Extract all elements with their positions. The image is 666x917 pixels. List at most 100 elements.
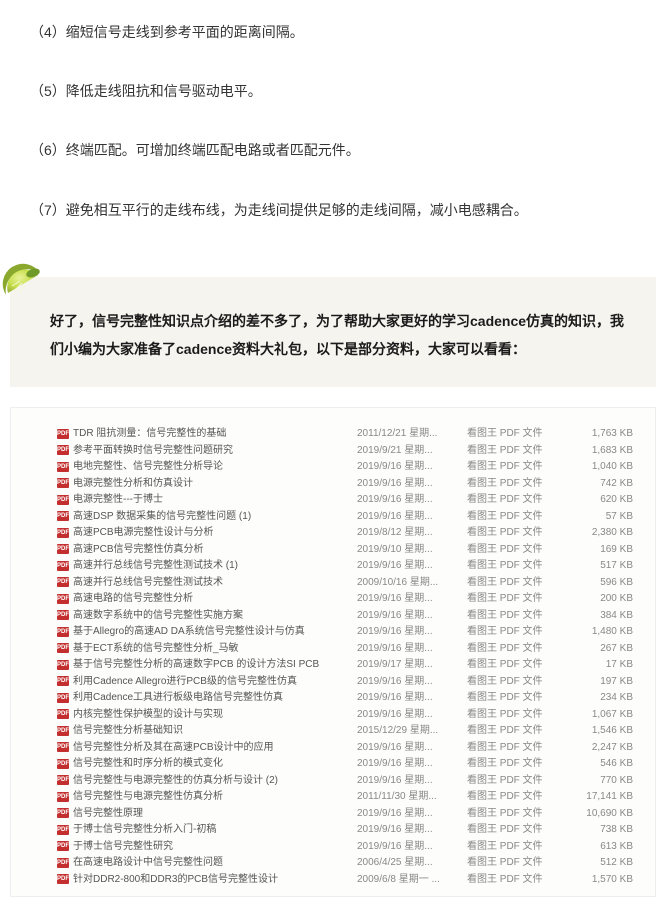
file-name: 高速并行总线信号完整性测试技术 (1) (73, 560, 238, 571)
file-date: 2019/9/16 星期... (357, 558, 467, 575)
file-size: 2,380 KB (562, 525, 633, 542)
pdf-icon: PDF (57, 660, 69, 670)
file-type: 看图王 PDF 文件 (467, 624, 562, 641)
pdf-icon: PDF (57, 544, 69, 554)
file-size: 1,763 KB (562, 426, 633, 443)
pdf-icon: PDF (57, 528, 69, 538)
file-name: 基于ECT系统的信号完整性分析_马敏 (73, 643, 239, 654)
file-name-cell: PDF基于ECT系统的信号完整性分析_马敏 (57, 640, 357, 657)
file-name: 信号完整性与电源完整性仿真分析 (73, 791, 223, 802)
file-name-cell: PDF基于信号完整性分析的高速数字PCB 的设计方法SI PCB (57, 657, 357, 674)
file-date: 2019/9/16 星期... (357, 624, 467, 641)
pdf-icon: PDF (57, 841, 69, 851)
file-size: 10,690 KB (562, 805, 633, 822)
file-type: 看图王 PDF 文件 (467, 756, 562, 773)
table-row[interactable]: PDF信号完整性分析基础知识2015/12/29 星期...看图王 PDF 文件… (57, 723, 633, 740)
file-name: 信号完整性分析及其在高速PCB设计中的应用 (73, 742, 274, 753)
file-name: 高速并行总线信号完整性测试技术 (73, 577, 223, 588)
file-name-cell: PDF利用Cadence Allegro进行PCB级的信号完整性仿真 (57, 673, 357, 690)
file-name-cell: PDF 信号完整性分析基础知识 (57, 723, 357, 740)
table-row[interactable]: PDF高速DSP 数据采集的信号完整性问题 (1)2019/9/16 星期...… (57, 508, 633, 525)
file-type: 看图王 PDF 文件 (467, 772, 562, 789)
table-row[interactable]: PDF高速数字系统中的信号完整性实施方案2019/9/16 星期...看图王 P… (57, 607, 633, 624)
file-name: TDR 阻抗测量：信号完整性的基础 (73, 428, 226, 439)
file-name-cell: PDF 高速并行总线信号完整性测试技术 (1) (57, 558, 357, 575)
file-type: 看图王 PDF 文件 (467, 871, 562, 888)
table-row[interactable]: PDF基于Allegro的高速AD DA系统信号完整性设计与仿真2019/9/1… (57, 624, 633, 641)
file-type: 看图王 PDF 文件 (467, 591, 562, 608)
table-row[interactable]: PDF基于ECT系统的信号完整性分析_马敏2019/9/16 星期...看图王 … (57, 640, 633, 657)
file-name: 高速电路的信号完整性分析 (73, 593, 193, 604)
pdf-icon: PDF (57, 478, 69, 488)
file-name: 于博士信号完整性研究 (73, 841, 173, 852)
table-row[interactable]: PDF电地完整性、信号完整性分析导论2019/9/16 星期...看图王 PDF… (57, 459, 633, 476)
file-size: 2,247 KB (562, 739, 633, 756)
file-name: 电源完整性分析和仿真设计 (73, 478, 193, 489)
citrus-icon (0, 261, 46, 307)
file-size: 620 KB (562, 492, 633, 509)
file-name-cell: PDF高速PCB电源完整性设计与分析 (57, 525, 357, 542)
table-row[interactable]: PDF高速并行总线信号完整性测试技术2009/10/16 星期...看图王 PD… (57, 574, 633, 591)
table-row[interactable]: PDF 高速并行总线信号完整性测试技术 (1) 2019/9/16 星期...看图王… (57, 558, 633, 575)
table-row[interactable]: PDFTDR 阻抗测量：信号完整性的基础2011/12/21 星期...看图王 … (57, 426, 633, 443)
table-row[interactable]: PDF于博士信号完整性分析入门-初稿2019/9/16 星期...看图王 PDF… (57, 822, 633, 839)
table-row[interactable]: PDF高速电路的信号完整性分析2019/9/16 星期...看图王 PDF 文件… (57, 591, 633, 608)
table-row[interactable]: PDF信号完整性和时序分析的模式变化2019/9/16 星期...看图王 PDF… (57, 756, 633, 773)
file-name-cell: PDF高速数字系统中的信号完整性实施方案 (57, 607, 357, 624)
file-type: 看图王 PDF 文件 (467, 855, 562, 872)
file-date: 2019/9/16 星期... (357, 673, 467, 690)
table-row[interactable]: PDF针对DDR2-800和DDR3的PCB信号完整性设计2009/6/8 星期… (57, 871, 633, 888)
file-type: 看图王 PDF 文件 (467, 558, 562, 575)
paragraph-6: （6）终端匹配。可增加终端匹配电路或者匹配元件。 (30, 138, 636, 163)
file-date: 2019/9/16 星期... (357, 591, 467, 608)
pdf-icon: PDF (57, 445, 69, 455)
file-date: 2019/9/17 星期... (357, 657, 467, 674)
file-size: 738 KB (562, 822, 633, 839)
file-name-cell: PDF 于博士信号完整性研究 (57, 838, 357, 855)
table-row[interactable]: PDF高速PCB电源完整性设计与分析2019/8/12 星期...看图王 PDF… (57, 525, 633, 542)
file-size: 234 KB (562, 690, 633, 707)
pdf-icon: PDF (57, 726, 69, 736)
file-type: 看图王 PDF 文件 (467, 541, 562, 558)
table-row[interactable]: PDF信号完整性分析及其在高速PCB设计中的应用2019/9/16 星期...看… (57, 739, 633, 756)
file-name-cell: PDF信号完整性与电源完整性的仿真分析与设计 (2) (57, 772, 357, 789)
table-row[interactable]: PDF在高速电路设计中信号完整性问题2006/4/25 星期...看图王 PDF… (57, 855, 633, 872)
file-date: 2011/12/21 星期... (357, 426, 467, 443)
file-name-cell: PDF在高速电路设计中信号完整性问题 (57, 855, 357, 872)
table-row[interactable]: PDF电源完整性分析和仿真设计2019/9/16 星期...看图王 PDF 文件… (57, 475, 633, 492)
pdf-icon: PDF (57, 676, 69, 686)
table-row[interactable]: PDF基于信号完整性分析的高速数字PCB 的设计方法SI PCB2019/9/1… (57, 657, 633, 674)
file-name-cell: PDFTDR 阻抗测量：信号完整性的基础 (57, 426, 357, 443)
pdf-icon: PDF (57, 742, 69, 752)
file-size: 546 KB (562, 756, 633, 773)
table-row[interactable]: PDF信号完整性原理2019/9/16 星期...看图王 PDF 文件10,69… (57, 805, 633, 822)
file-date: 2019/9/16 星期... (357, 756, 467, 773)
file-size: 17 KB (562, 657, 633, 674)
table-row[interactable]: PDF信号完整性与电源完整性仿真分析2011/11/30 星期...看图王 PD… (57, 789, 633, 806)
file-size: 1,480 KB (562, 624, 633, 641)
file-date: 2019/9/16 星期... (357, 508, 467, 525)
table-row[interactable]: PDF于博士信号完整性研究2019/9/16 星期...看图王 PDF 文件61… (57, 838, 633, 855)
file-name-cell: PDF高速并行总线信号完整性测试技术 (57, 574, 357, 591)
table-row[interactable]: PDF参考平面转换时信号完整性问题研究2019/9/21 星期...看图王 PD… (57, 442, 633, 459)
file-name: 信号完整性分析基础知识 (73, 725, 183, 736)
pdf-icon: PDF (57, 561, 69, 571)
table-row[interactable]: PDF信号完整性与电源完整性的仿真分析与设计 (2)2019/9/16 星期..… (57, 772, 633, 789)
table-row[interactable]: PDF高速PCB信号完整性仿真分析2019/9/10 星期...看图王 PDF … (57, 541, 633, 558)
table-row[interactable]: PDF利用Cadence Allegro进行PCB级的信号完整性仿真2019/9… (57, 673, 633, 690)
file-size: 1,067 KB (562, 706, 633, 723)
pdf-icon: PDF (57, 495, 69, 505)
file-name-cell: PDF高速PCB信号完整性仿真分析 (57, 541, 357, 558)
table-row[interactable]: PDF电源完整性---于博士2019/9/16 星期...看图王 PDF 文件6… (57, 492, 633, 509)
paragraph-4: （4）缩短信号走线到参考平面的距离间隔。 (30, 20, 636, 45)
file-size: 517 KB (562, 558, 633, 575)
file-date: 2015/12/29 星期... (357, 723, 467, 740)
table-row[interactable]: PDF利用Cadence工具进行板级电路信号完整性仿真2019/9/16 星期.… (57, 690, 633, 707)
file-name: 利用Cadence工具进行板级电路信号完整性仿真 (73, 692, 283, 703)
file-type: 看图王 PDF 文件 (467, 706, 562, 723)
table-row[interactable]: PDF内核完整性保护模型的设计与实现2019/9/16 星期...看图王 PDF… (57, 706, 633, 723)
file-name-cell: PDF利用Cadence工具进行板级电路信号完整性仿真 (57, 690, 357, 707)
paragraph-5: （5）降低走线阻抗和信号驱动电平。 (30, 79, 636, 104)
file-date: 2019/9/16 星期... (357, 838, 467, 855)
file-size: 169 KB (562, 541, 633, 558)
